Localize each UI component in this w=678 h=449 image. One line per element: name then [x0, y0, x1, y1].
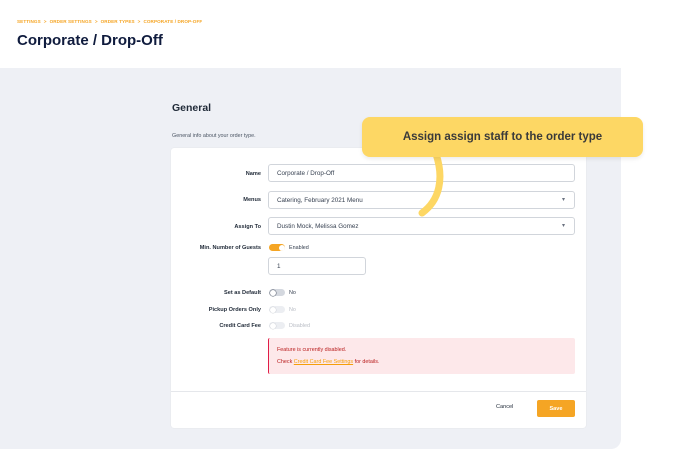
set-default-label: Set as Default: [224, 290, 261, 296]
cancel-button[interactable]: Cancel: [496, 404, 513, 410]
section-description: General info about your order type.: [172, 133, 256, 139]
tooltip-pointer: [418, 150, 444, 217]
credit-card-fee-toggle-text: Disabled: [289, 323, 310, 329]
tooltip-callout: Assign assign staff to the order type: [362, 117, 643, 157]
set-default-toggle[interactable]: [269, 289, 285, 296]
alert-suffix: for details.: [354, 359, 380, 365]
menus-value: Catering, February 2021 Menu: [277, 197, 363, 204]
chevron-down-icon: ▾: [561, 223, 565, 229]
toggle-knob: [269, 322, 276, 329]
set-default-toggle-text: No: [289, 290, 296, 296]
pickup-only-toggle-text: No: [289, 307, 296, 313]
breadcrumb-item-order-types[interactable]: ORDER TYPES: [101, 19, 135, 24]
pickup-only-toggle[interactable]: [269, 306, 285, 313]
disabled-feature-alert: Feature is currently disabled. Check Cre…: [268, 338, 575, 374]
page-title: Corporate / Drop-Off: [17, 32, 163, 49]
chevron-down-icon: ▾: [561, 197, 565, 203]
breadcrumb: SETTINGS > ORDER SETTINGS > ORDER TYPES > CORP…: [17, 19, 202, 24]
menus-label: Menus: [243, 197, 261, 203]
footer-divider: [171, 391, 586, 392]
tooltip-text: Assign assign staff to the order type: [402, 131, 603, 143]
toggle-knob: [269, 306, 276, 313]
breadcrumb-separator: >: [43, 19, 47, 24]
breadcrumb-item-current: CORPORATE / DROP-OFF: [143, 19, 203, 24]
min-guests-input[interactable]: 1: [268, 257, 366, 275]
credit-card-fee-settings-link[interactable]: Credit Card Fee Settings: [294, 359, 353, 365]
assign-to-value: Dustin Mock, Melissa Gomez: [277, 223, 359, 230]
assign-to-label: Assign To: [234, 224, 261, 230]
name-label: Name: [245, 171, 261, 177]
general-form-card: [171, 148, 586, 428]
min-guests-toggle[interactable]: [269, 244, 285, 251]
alert-details: Check Credit Card Fee Settings for detai…: [277, 359, 379, 365]
pickup-only-label: Pickup Orders Only: [208, 307, 261, 313]
section-title: General: [172, 102, 212, 114]
breadcrumb-item-settings[interactable]: SETTINGS: [17, 19, 41, 24]
toggle-knob: [278, 244, 285, 251]
breadcrumb-item-order-settings[interactable]: ORDER SETTINGS: [50, 19, 92, 24]
min-guests-label: Min. Number of Guests: [199, 245, 261, 251]
breadcrumb-separator: >: [137, 19, 141, 24]
breadcrumb-separator: >: [94, 19, 98, 24]
credit-card-fee-toggle[interactable]: [269, 322, 285, 329]
min-guests-toggle-text: Enabled: [289, 245, 309, 251]
alert-prefix: Check: [277, 359, 293, 365]
alert-message: Feature is currently disabled.: [277, 347, 347, 353]
credit-card-fee-label: Credit Card Fee: [219, 323, 261, 329]
toggle-knob: [269, 289, 276, 296]
save-button[interactable]: Save: [537, 400, 575, 417]
